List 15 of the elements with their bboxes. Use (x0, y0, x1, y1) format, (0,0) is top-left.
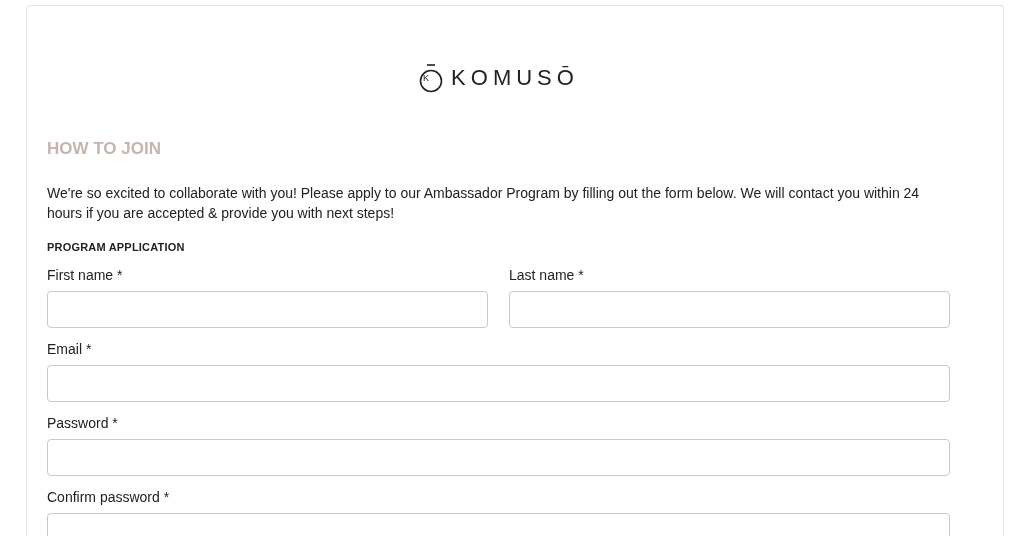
logo-icon (419, 63, 444, 93)
field-label: Email * (47, 340, 93, 358)
field-label: Confirm password * (47, 488, 171, 506)
field-label: Last name * (509, 266, 585, 284)
input-field[interactable] (47, 291, 488, 328)
form-title: PROGRAM APPLICATION (47, 240, 186, 254)
logo-mark-letter: K (422, 73, 430, 83)
input-field[interactable] (509, 291, 950, 328)
intro-paragraph: We're so excited to collaborate with you! Please apply to our Ambassador Program by filling out the form below. We will contact you within 24 hours if you are accepted & provide you with next steps! (47, 184, 921, 223)
field-label: First name * (47, 266, 124, 284)
logo-text: KOMUSŌ (451, 65, 579, 91)
field-label: Password * (47, 414, 119, 432)
input-field[interactable] (47, 439, 950, 476)
input-field[interactable] (47, 365, 950, 402)
section-heading: HOW TO JOIN (47, 138, 162, 160)
